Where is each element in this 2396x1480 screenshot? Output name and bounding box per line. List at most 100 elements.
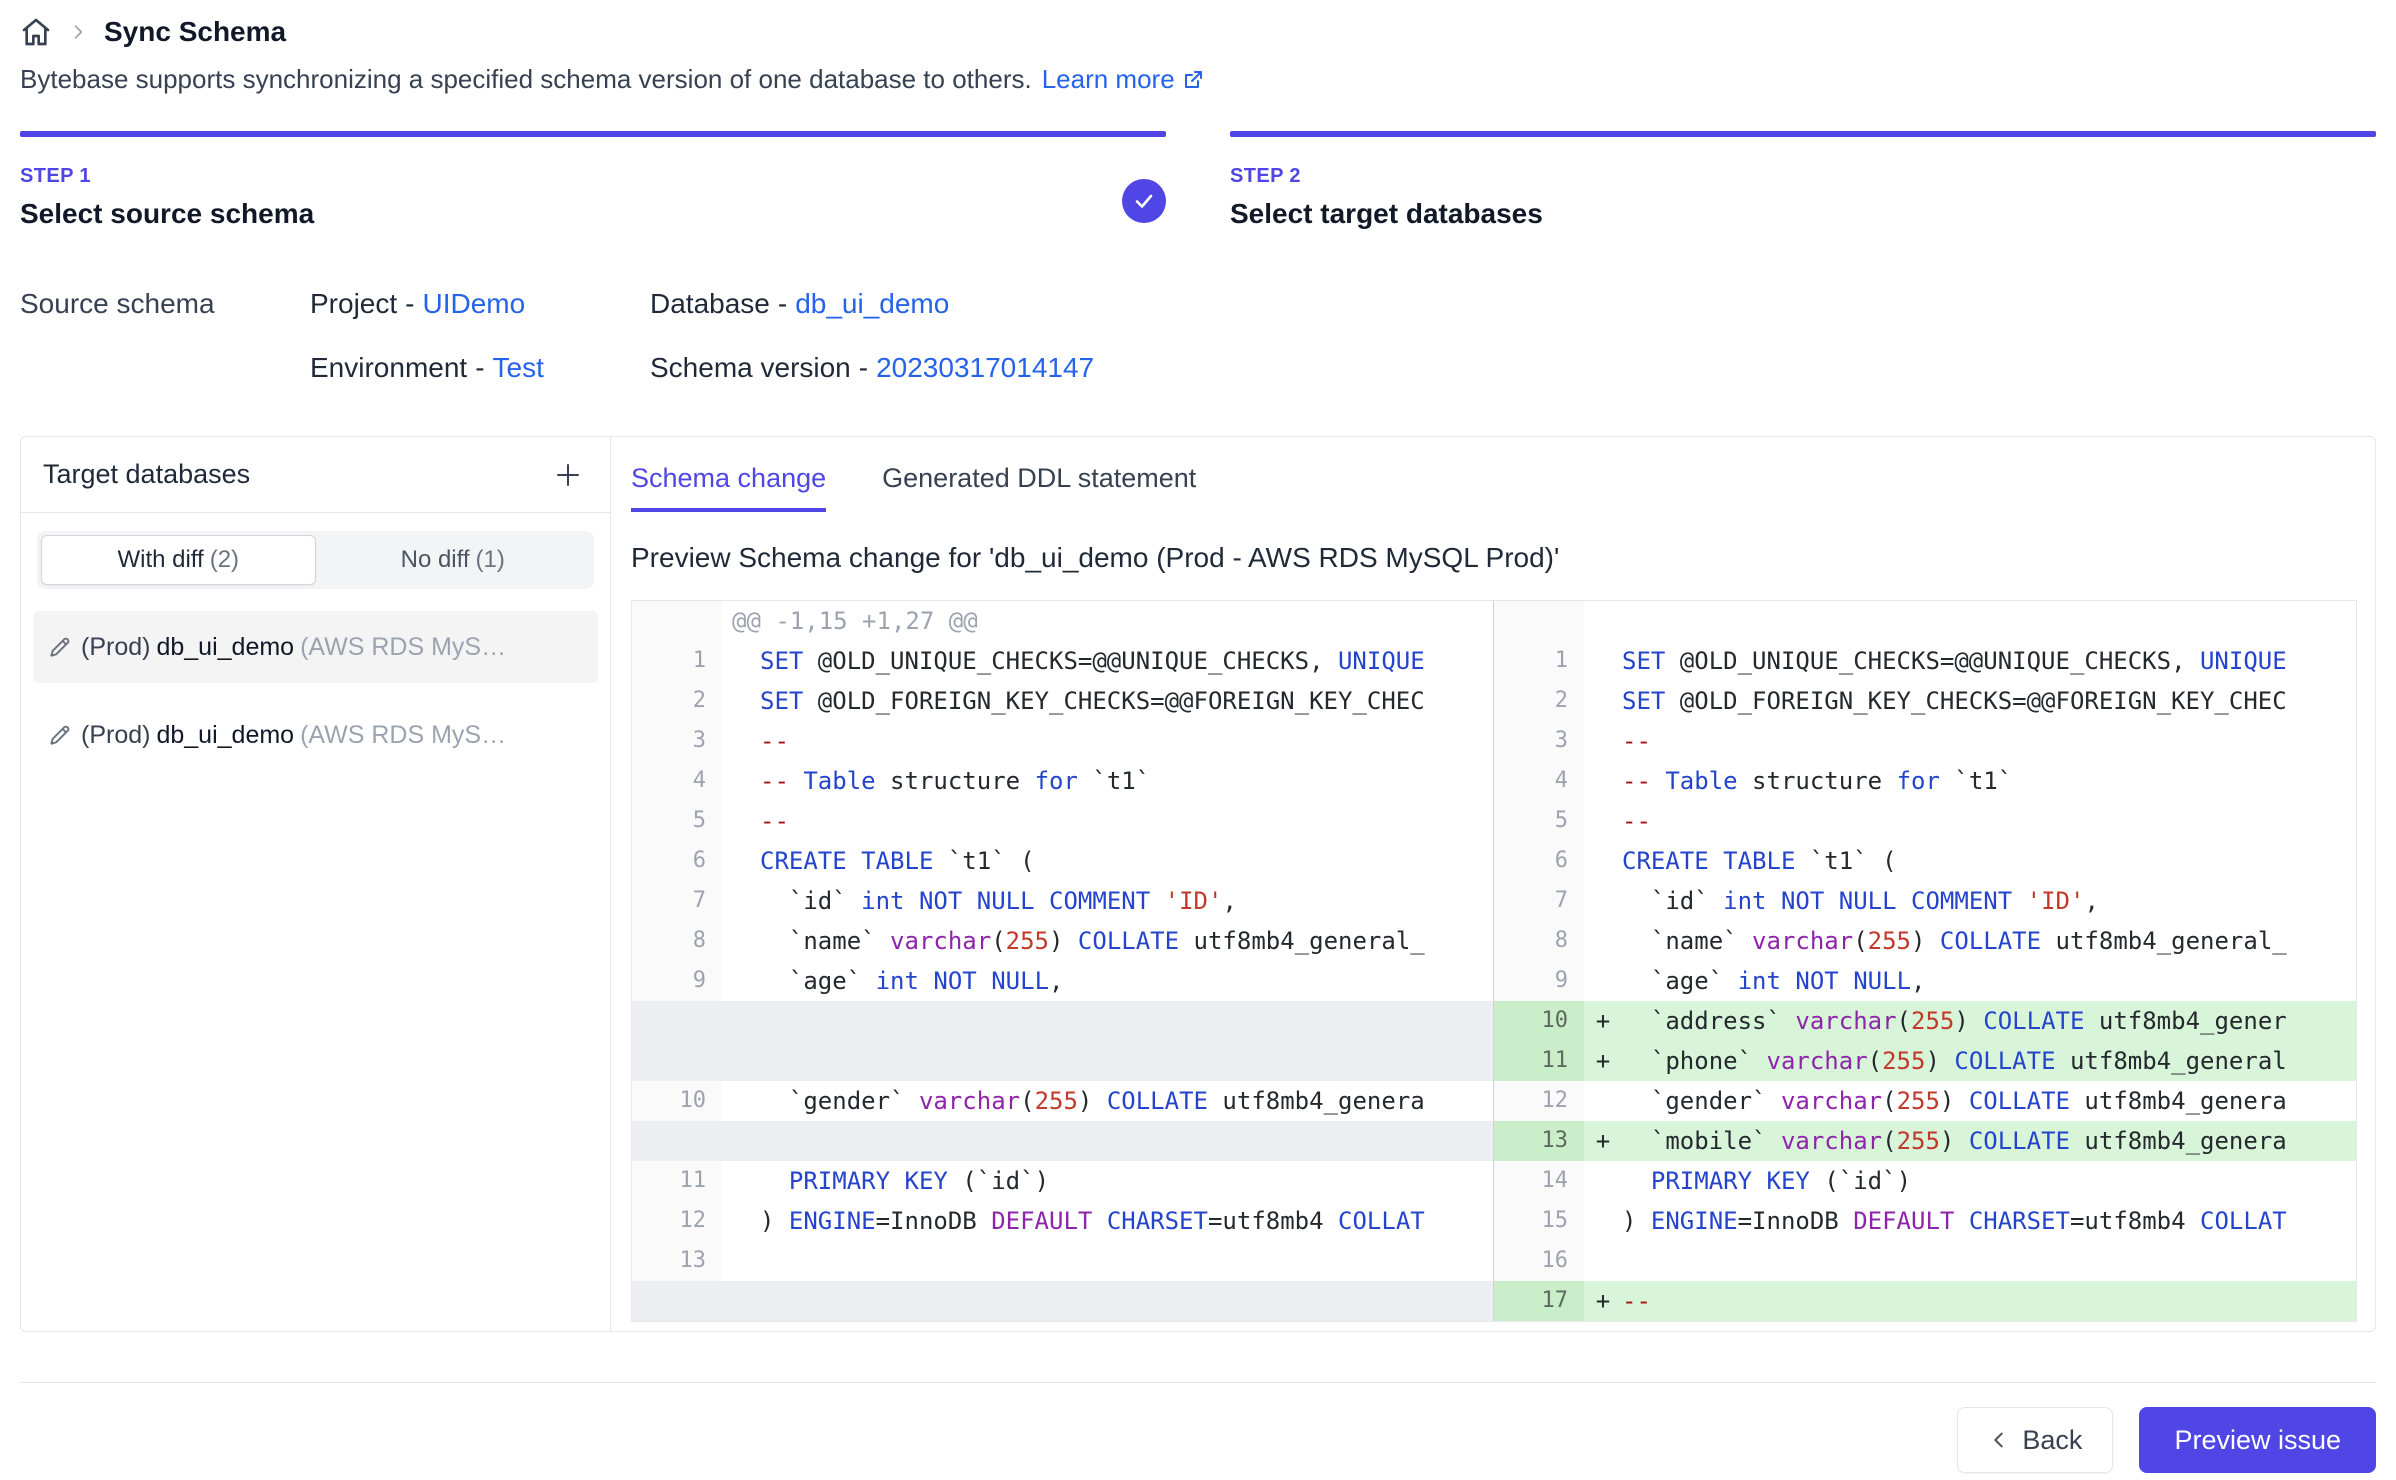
diff-line-sign [1584, 1081, 1622, 1121]
plus-icon [553, 460, 583, 490]
home-icon[interactable] [20, 16, 52, 48]
diff-line-number: 6 [1494, 841, 1584, 881]
schema-version-link[interactable]: 20230317014147 [876, 352, 1094, 383]
field-name: Environment [310, 352, 467, 383]
preview-issue-button[interactable]: Preview issue [2139, 1407, 2376, 1473]
step-1-title: Select source schema [20, 198, 1166, 230]
tab-schema-change[interactable]: Schema change [631, 463, 826, 512]
tab-generated-ddl[interactable]: Generated DDL statement [882, 463, 1196, 512]
diff-line-code: -- [1622, 801, 2356, 841]
diff-line-sign [1584, 721, 1622, 761]
tab-no-diff[interactable]: No diff(1) [316, 535, 591, 585]
diff-line-sign [722, 1201, 760, 1241]
field-separator: - [851, 352, 876, 383]
diff-line-sign: + [1584, 1281, 1622, 1321]
diff-row: 10+ `address` varchar(255) COLLATE utf8m… [1494, 1001, 2356, 1041]
target-database-item[interactable]: (Prod)db_ui_demo(AWS RDS MyS… [33, 611, 598, 683]
sidebar-header: Target databases [21, 437, 610, 513]
diff-row: 10 `gender` varchar(255) COLLATE utf8mb4… [632, 1081, 1493, 1121]
diff-line-sign [1584, 961, 1622, 1001]
database-environment: (Prod) [81, 721, 150, 750]
environment-link[interactable]: Test [493, 352, 544, 383]
field-name: Project [310, 288, 397, 319]
database-environment: (Prod) [81, 633, 150, 662]
diff-line-sign [722, 681, 760, 721]
diff-row: 12 `gender` varchar(255) COLLATE utf8mb4… [1494, 1081, 2356, 1121]
diff-line-number: 17 [1494, 1281, 1584, 1321]
page-title: Sync Schema [104, 16, 286, 48]
diff-line-code: SET @OLD_FOREIGN_KEY_CHECKS=@@FOREIGN_KE… [1622, 681, 2356, 721]
diff-row: 1SET @OLD_UNIQUE_CHECKS=@@UNIQUE_CHECKS,… [1494, 641, 2356, 681]
target-database-item[interactable]: (Prod)db_ui_demo(AWS RDS MyS… [33, 699, 598, 771]
diff-line-code: CREATE TABLE `t1` ( [760, 841, 1493, 881]
diff-line-number [632, 1001, 722, 1041]
field-separator: - [770, 288, 795, 319]
diff-empty-header [1584, 601, 2356, 641]
chevron-right-icon [68, 22, 88, 42]
diff-line-code [760, 1281, 1493, 1321]
diff-line-number: 3 [632, 721, 722, 761]
learn-more-link[interactable]: Learn more [1042, 64, 1205, 95]
database-name: db_ui_demo [156, 721, 294, 750]
back-button[interactable]: Back [1957, 1407, 2113, 1473]
source-schema-version-field: Schema version-20230317014147 [650, 336, 2376, 400]
diff-line-code: `id` int NOT NULL COMMENT 'ID', [760, 881, 1493, 921]
diff-row: 7 `id` int NOT NULL COMMENT 'ID', [632, 881, 1493, 921]
diff-line-sign [1584, 881, 1622, 921]
diff-line-code: `phone` varchar(255) COLLATE utf8mb4_gen… [1622, 1041, 2356, 1081]
diff-line-code [760, 1241, 1493, 1281]
diff-row [632, 1281, 1493, 1321]
diff-row: 6CREATE TABLE `t1` ( [1494, 841, 2356, 881]
diff-line-number: 9 [1494, 961, 1584, 1001]
diff-line-code [760, 1001, 1493, 1041]
field-name: Database [650, 288, 770, 319]
diff-row: 8 `name` varchar(255) COLLATE utf8mb4_ge… [632, 921, 1493, 961]
back-button-label: Back [2022, 1425, 2082, 1456]
diff-line-sign [722, 1081, 760, 1121]
diff-line-code: ) ENGINE=InnoDB DEFAULT CHARSET=utf8mb4 … [1622, 1201, 2356, 1241]
add-target-database-button[interactable] [548, 455, 588, 495]
diff-line-code: `gender` varchar(255) COLLATE utf8mb4_ge… [1622, 1081, 2356, 1121]
footer-actions: Back Preview issue [20, 1383, 2376, 1473]
diff-line-code: `id` int NOT NULL COMMENT 'ID', [1622, 881, 2356, 921]
step-1: STEP 1 Select source schema [20, 131, 1166, 230]
diff-line-code: PRIMARY KEY (`id`) [1622, 1161, 2356, 1201]
source-database-field: Database-db_ui_demo [650, 272, 2376, 336]
sidebar-title: Target databases [43, 459, 250, 490]
diff-row: 5-- [1494, 801, 2356, 841]
diff-line-sign [722, 841, 760, 881]
tab-with-diff[interactable]: With diff(2) [41, 535, 316, 585]
diff-line-number: 10 [632, 1081, 722, 1121]
diff-line-code: `name` varchar(255) COLLATE utf8mb4_gene… [760, 921, 1493, 961]
diff-filter-tabs: With diff(2)No diff(1) [37, 531, 594, 589]
diff-line-code: -- Table structure for `t1` [760, 761, 1493, 801]
diff-line-number: 15 [1494, 1201, 1584, 1241]
diff-line-code [760, 1121, 1493, 1161]
schema-diff-view[interactable]: @@ -1,15 +1,27 @@ 1SET @OLD_UNIQUE_CHECK… [631, 600, 2357, 1322]
external-link-icon [1181, 68, 1205, 92]
diff-line-sign: + [1584, 1001, 1622, 1041]
field-separator: - [467, 352, 492, 383]
step-2-label: STEP 2 [1230, 165, 2376, 188]
diff-line-code: `mobile` varchar(255) COLLATE utf8mb4_ge… [1622, 1121, 2356, 1161]
diff-line-code: SET @OLD_UNIQUE_CHECKS=@@UNIQUE_CHECKS, … [760, 641, 1493, 681]
diff-gutter [1494, 601, 1584, 641]
project-link[interactable]: UIDemo [422, 288, 525, 319]
sync-schema-page: Sync Schema Bytebase supports synchroniz… [0, 0, 2396, 1480]
source-schema-label: Source schema [20, 272, 310, 336]
diff-line-code [760, 1041, 1493, 1081]
diff-line-code: SET @OLD_FOREIGN_KEY_CHECKS=@@FOREIGN_KE… [760, 681, 1493, 721]
diff-row: 4-- Table structure for `t1` [1494, 761, 2356, 801]
tab-label: With diff [117, 546, 203, 574]
diff-line-number: 5 [632, 801, 722, 841]
diff-line-number: 12 [632, 1201, 722, 1241]
field-separator: - [397, 288, 422, 319]
database-link[interactable]: db_ui_demo [795, 288, 949, 319]
diff-row: 3-- [1494, 721, 2356, 761]
diff-line-sign [1584, 1161, 1622, 1201]
diff-row: 2SET @OLD_FOREIGN_KEY_CHECKS=@@FOREIGN_K… [632, 681, 1493, 721]
diff-line-number [632, 1121, 722, 1161]
diff-line-sign [1584, 761, 1622, 801]
diff-line-sign [722, 881, 760, 921]
diff-row: 1SET @OLD_UNIQUE_CHECKS=@@UNIQUE_CHECKS,… [632, 641, 1493, 681]
